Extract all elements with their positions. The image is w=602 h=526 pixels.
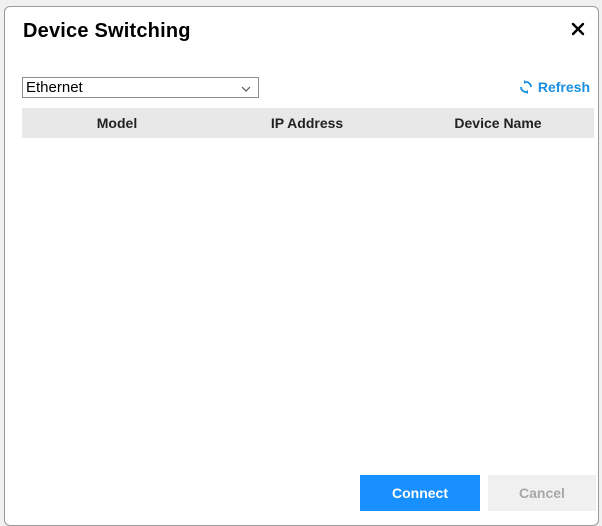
connect-button[interactable]: Connect xyxy=(360,475,480,511)
close-icon xyxy=(571,22,585,36)
device-table-header: Model IP Address Device Name xyxy=(22,108,594,138)
column-header-model[interactable]: Model xyxy=(22,115,212,131)
connection-type-value: Ethernet xyxy=(26,79,83,96)
refresh-button[interactable]: Refresh xyxy=(519,79,590,95)
device-table-body xyxy=(22,138,594,468)
device-switching-dialog: Device Switching Ethernet Refresh Model … xyxy=(4,6,599,526)
refresh-label: Refresh xyxy=(537,79,590,95)
column-header-device-name[interactable]: Device Name xyxy=(402,115,594,131)
dialog-title: Device Switching xyxy=(23,20,191,42)
chevron-down-icon xyxy=(241,86,251,92)
close-button[interactable] xyxy=(568,19,588,39)
connection-type-select[interactable]: Ethernet xyxy=(22,77,259,98)
cancel-button[interactable]: Cancel xyxy=(488,475,596,511)
column-header-ip-address[interactable]: IP Address xyxy=(212,115,402,131)
refresh-icon xyxy=(519,80,532,94)
